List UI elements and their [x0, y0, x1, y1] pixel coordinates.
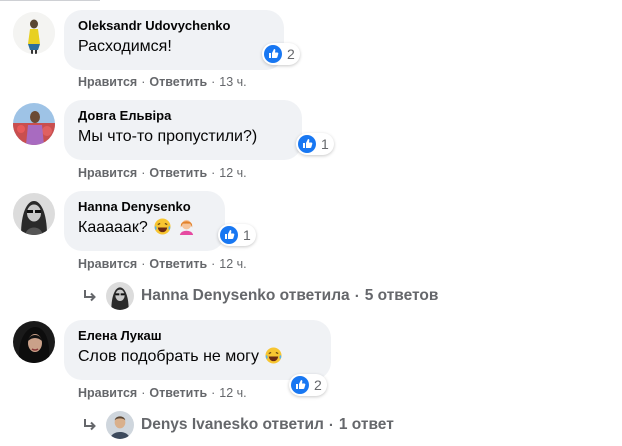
- view-replies-link[interactable]: Denys Ivanesko ответил · 1 ответ: [80, 411, 394, 439]
- replies-count: 5 ответов: [364, 287, 439, 304]
- like-reaction-icon: [220, 226, 238, 244]
- avatar[interactable]: [13, 193, 55, 235]
- timestamp[interactable]: 12 ч.: [219, 257, 246, 271]
- like-button[interactable]: Нравится: [78, 75, 137, 89]
- reaction-count[interactable]: 1: [218, 224, 256, 246]
- comment-bubble: Довга Ельвіра Мы что-то пропустили?): [64, 100, 302, 160]
- comment-actions: Нравится · Ответить · 12 ч.: [78, 166, 247, 180]
- view-replies-link[interactable]: Hanna Denysenko ответила · 5 ответов: [80, 282, 438, 310]
- avatar[interactable]: [13, 321, 55, 363]
- like-reaction-icon: [291, 376, 309, 394]
- timestamp[interactable]: 12 ч.: [219, 386, 246, 400]
- laughing-face-icon: [154, 218, 171, 235]
- reaction-count[interactable]: 2: [262, 43, 300, 65]
- comment-actions: Нравится · Ответить · 13 ч.: [78, 75, 247, 89]
- comment-bubble: Hanna Denysenko Кааааак?: [64, 191, 225, 251]
- laughing-face-icon: [265, 347, 282, 364]
- comment-bubble: Елена Лукаш Слов подобрать не могу: [64, 320, 331, 380]
- comment-text: Расходимся!: [78, 38, 172, 55]
- comment-text: Мы что-то пропустили?): [78, 128, 258, 145]
- comment-actions: Нравится · Ответить · 12 ч.: [78, 257, 247, 271]
- reply-button[interactable]: Ответить: [149, 257, 207, 271]
- reaction-count[interactable]: 2: [289, 374, 327, 396]
- comment-actions: Нравится · Ответить · 12 ч.: [78, 386, 247, 400]
- reply-button[interactable]: Ответить: [149, 75, 207, 89]
- avatar: [106, 411, 134, 439]
- reply-arrow-icon: [84, 419, 96, 431]
- reply-arrow-icon: [84, 290, 96, 302]
- avatar[interactable]: [13, 12, 55, 54]
- comment-author[interactable]: Елена Лукаш: [78, 327, 319, 344]
- comment-bubble: Oleksandr Udovychenko Расходимся!: [64, 10, 284, 70]
- like-reaction-icon: [298, 135, 316, 153]
- replies-author: Hanna Denysenko ответила: [141, 287, 350, 304]
- replies-author: Denys Ivanesko ответил: [141, 416, 324, 433]
- woman-facepalming-icon: [179, 219, 193, 235]
- comment-author[interactable]: Довга Ельвіра: [78, 107, 290, 124]
- reply-button[interactable]: Ответить: [149, 386, 207, 400]
- comment-author[interactable]: Hanna Denysenko: [78, 198, 213, 215]
- reply-button[interactable]: Ответить: [149, 166, 207, 180]
- top-divider: [0, 0, 622, 2]
- comment-text: Кааааак?: [78, 217, 213, 239]
- avatar: [106, 282, 134, 310]
- reaction-count[interactable]: 1: [296, 133, 334, 155]
- replies-count: 1 ответ: [338, 416, 394, 433]
- like-button[interactable]: Нравится: [78, 257, 137, 271]
- timestamp[interactable]: 13 ч.: [219, 75, 246, 89]
- comment-text: Слов подобрать не могу: [78, 346, 319, 368]
- like-reaction-icon: [264, 45, 282, 63]
- like-button[interactable]: Нравится: [78, 386, 137, 400]
- timestamp[interactable]: 12 ч.: [219, 166, 246, 180]
- avatar[interactable]: [13, 103, 55, 145]
- like-button[interactable]: Нравится: [78, 166, 137, 180]
- comment-author[interactable]: Oleksandr Udovychenko: [78, 17, 272, 34]
